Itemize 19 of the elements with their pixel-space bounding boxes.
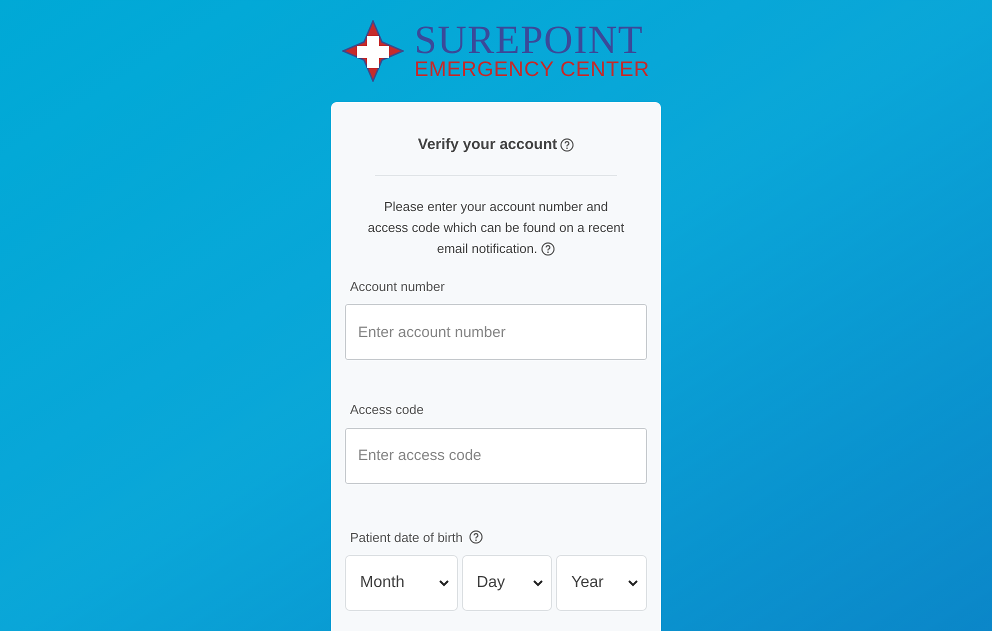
chevron-down-icon <box>533 580 544 586</box>
input-field[interactable]: Enter account number <box>345 304 647 360</box>
date-select[interactable]: Year <box>556 555 647 611</box>
field-label: Patient date of birth <box>350 528 463 546</box>
field-label: Access code <box>350 401 425 419</box>
field-label: Account number <box>350 278 446 296</box>
cross-star-icon <box>342 20 404 82</box>
chevron-down-icon <box>628 580 638 586</box>
help-icon[interactable] <box>541 242 556 256</box>
intro-text: Please enter your account number and access code which can be found on a recent email notification. <box>366 198 626 258</box>
card-title: Verify your account <box>418 135 558 155</box>
date-select[interactable]: Month <box>345 555 458 611</box>
help-icon[interactable] <box>560 138 574 152</box>
logo-wordmark: SUREPOINT <box>414 21 644 59</box>
chevron-down-icon <box>438 580 449 586</box>
input-field[interactable]: Enter access code <box>345 428 647 484</box>
logo-tagline: EMERGENCY CENTER <box>414 59 650 81</box>
date-select[interactable]: Day <box>462 555 552 611</box>
help-icon[interactable] <box>468 530 483 544</box>
